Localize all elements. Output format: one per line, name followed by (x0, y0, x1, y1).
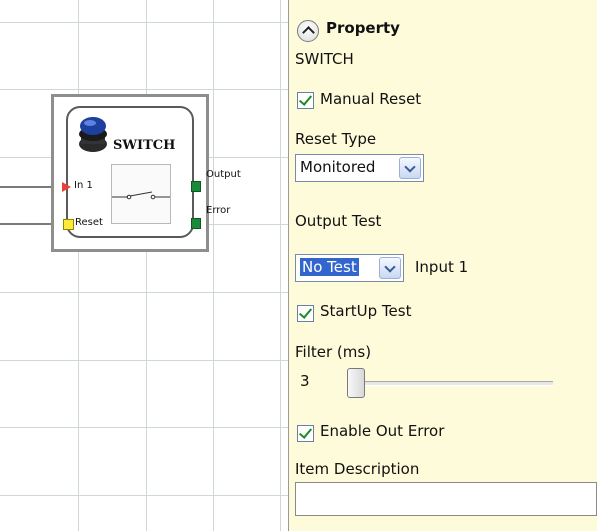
reset-type-select[interactable]: Monitored (295, 154, 424, 182)
startup-test-label: StartUp Test (320, 302, 412, 320)
startup-test-checkbox[interactable] (297, 305, 314, 322)
reset-type-label: Reset Type (295, 130, 377, 148)
grid-line (0, 360, 288, 361)
input-port-in1[interactable] (62, 182, 71, 192)
switch-contact-area (111, 164, 171, 224)
grid-line (146, 0, 147, 531)
manual-reset-label: Manual Reset (320, 90, 422, 108)
enable-out-error-checkbox[interactable] (297, 425, 314, 442)
filter-value: 3 (300, 372, 310, 390)
item-description-label: Item Description (295, 460, 420, 478)
grid-line (78, 0, 79, 531)
pushbutton-icon (79, 117, 107, 152)
port-label-error: Error (206, 205, 231, 216)
panel-title: Property (326, 19, 400, 37)
output-port-error[interactable] (191, 218, 201, 229)
filter-slider-thumb[interactable] (347, 368, 365, 398)
grid-line (0, 427, 288, 428)
grid-line (0, 89, 288, 90)
output-test-value: No Test (300, 258, 359, 276)
chevron-down-icon[interactable] (399, 157, 421, 179)
port-label-reset: Reset (75, 217, 103, 228)
grid-line (213, 0, 214, 531)
output-test-label: Output Test (295, 212, 382, 230)
input-port-reset[interactable] (63, 219, 74, 230)
block-title: SWITCH (113, 138, 176, 153)
block-type-label: SWITCH (295, 50, 354, 68)
switch-block-selection-frame[interactable]: SWITCH (51, 94, 209, 252)
item-description-input[interactable] (295, 482, 597, 516)
reset-type-value: Monitored (300, 158, 376, 176)
chevron-down-icon[interactable] (379, 257, 401, 279)
collapse-button[interactable] (297, 20, 319, 42)
diagram-canvas[interactable]: SWITCH In 1 Reset Output Error (0, 0, 289, 531)
chevron-up-icon (302, 26, 315, 39)
output-port-output[interactable] (191, 181, 201, 192)
grid-line (0, 22, 288, 23)
output-test-select[interactable]: No Test (295, 254, 404, 282)
port-label-output: Output (206, 169, 241, 180)
grid-line (280, 0, 281, 531)
output-test-input-label: Input 1 (415, 258, 469, 276)
property-panel: Property SWITCH Manual Reset Reset Type … (289, 0, 597, 531)
filter-slider-track[interactable] (361, 381, 553, 386)
port-label-in1: In 1 (74, 180, 93, 191)
enable-out-error-label: Enable Out Error (320, 422, 445, 440)
filter-label: Filter (ms) (295, 343, 372, 361)
grid-line (0, 495, 288, 496)
manual-reset-checkbox[interactable] (297, 92, 314, 109)
switch-contact-icon (112, 191, 170, 200)
grid-line (0, 292, 288, 293)
